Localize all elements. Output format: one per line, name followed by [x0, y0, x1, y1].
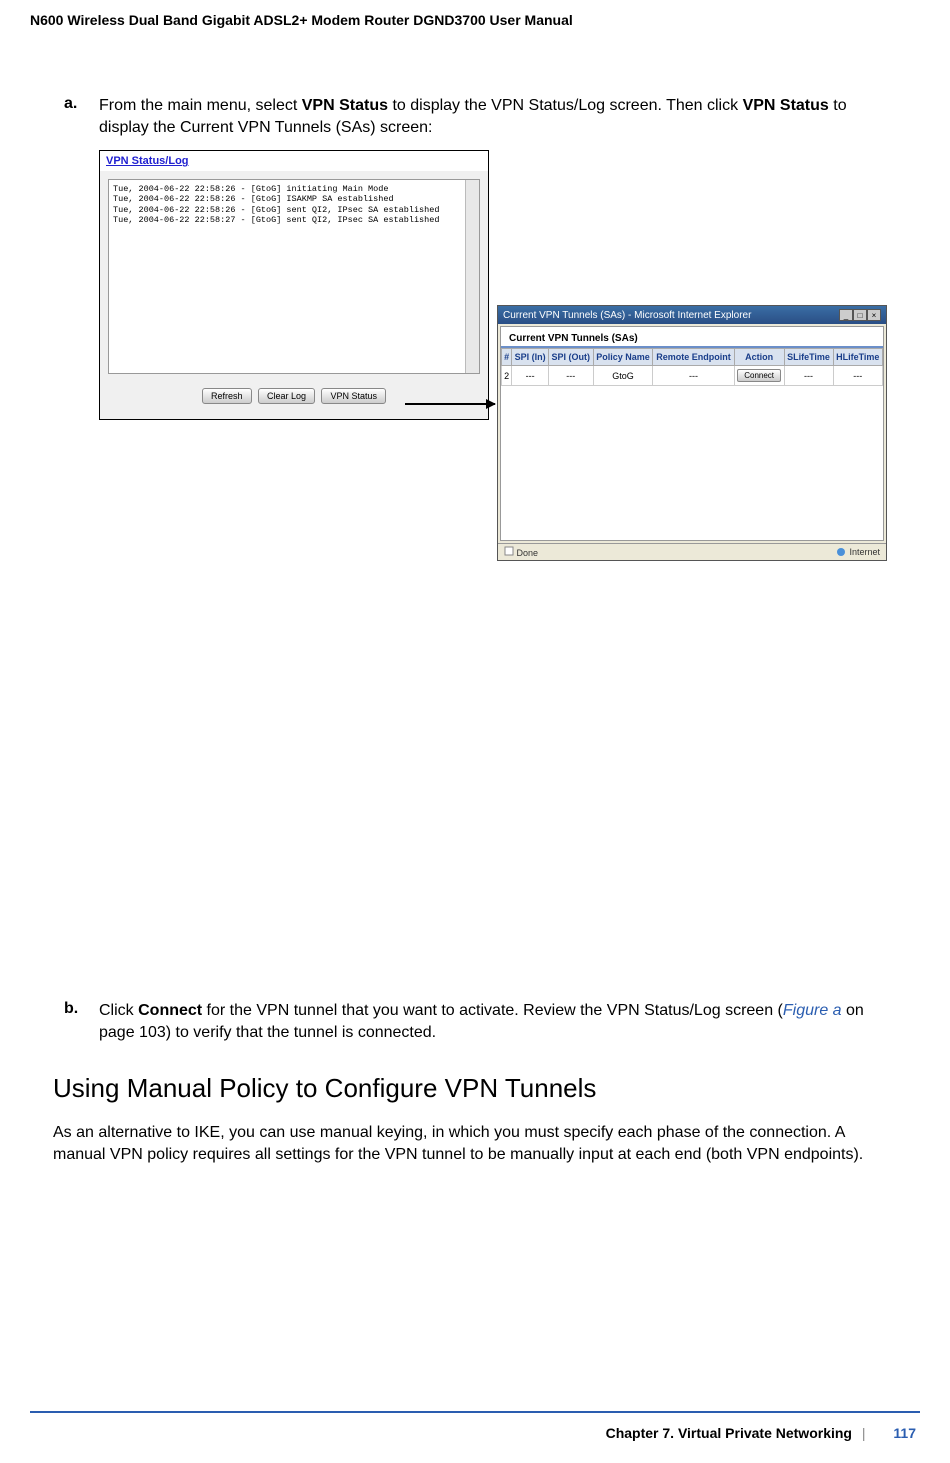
step-b-marker: b.	[64, 1000, 78, 1018]
log-line: Tue, 2004-06-22 22:58:27 - [GtoG] sent Q…	[113, 215, 475, 225]
col-num: #	[502, 349, 512, 366]
status-left: Done	[504, 546, 538, 558]
ie-titlebar: Current VPN Tunnels (SAs) - Microsoft In…	[498, 306, 886, 324]
log-line: Tue, 2004-06-22 22:58:26 - [GtoG] ISAKMP…	[113, 194, 475, 204]
ie-title-text: Current VPN Tunnels (SAs) - Microsoft In…	[503, 310, 751, 321]
table-header-row: # SPI (In) SPI (Out) Policy Name Remote …	[502, 349, 883, 366]
bold-vpn-status-1: VPN Status	[302, 97, 388, 114]
ie-status-bar: Done Internet	[498, 543, 886, 560]
log-window-title: VPN Status/Log	[100, 151, 488, 171]
cell-spi-in: ---	[512, 366, 549, 386]
step-a-text: From the main menu, select VPN Status to…	[99, 95, 894, 138]
col-remote-endpoint: Remote Endpoint	[653, 349, 734, 366]
vpn-status-button[interactable]: VPN Status	[321, 388, 386, 404]
status-right-text: Internet	[849, 547, 880, 557]
ie-body: Current VPN Tunnels (SAs) # SPI (In) SPI…	[500, 326, 884, 541]
bold-connect: Connect	[138, 1002, 202, 1019]
window-controls: _ □ ×	[839, 309, 881, 321]
page-content: a. From the main menu, select VPN Status…	[64, 95, 894, 1166]
col-hlifetime: HLifeTime	[833, 349, 883, 366]
text: to display the VPN Status/Log screen. Th…	[388, 97, 743, 114]
vpn-status-log-window: VPN Status/Log Tue, 2004-06-22 22:58:26 …	[99, 150, 489, 420]
cell-remote: ---	[653, 366, 734, 386]
status-left-text: Done	[517, 548, 539, 558]
step-b-text: Click Connect for the VPN tunnel that yo…	[99, 1000, 894, 1043]
connect-button[interactable]: Connect	[737, 369, 781, 382]
ie-body-heading: Current VPN Tunnels (SAs)	[501, 327, 883, 348]
arrow-icon	[405, 403, 495, 405]
page-footer: Chapter 7. Virtual Private Networking | …	[606, 1425, 916, 1441]
col-slifetime: SLifeTime	[784, 349, 833, 366]
log-body: Tue, 2004-06-22 22:58:26 - [GtoG] initia…	[108, 179, 480, 374]
col-spi-out: SPI (Out)	[549, 349, 593, 366]
done-icon	[504, 546, 514, 556]
ie-window: Current VPN Tunnels (SAs) - Microsoft In…	[497, 305, 887, 561]
step-a: a. From the main menu, select VPN Status…	[64, 95, 894, 570]
table-row: 2 --- --- GtoG --- Connect --- ---	[502, 366, 883, 386]
footer-separator: |	[862, 1425, 866, 1441]
cell-num: 2	[502, 366, 512, 386]
step-a-marker: a.	[64, 95, 77, 113]
close-icon[interactable]: ×	[867, 309, 881, 321]
cell-policy: GtoG	[593, 366, 653, 386]
step-b: b. Click Connect for the VPN tunnel that…	[64, 1000, 894, 1043]
maximize-icon[interactable]: □	[853, 309, 867, 321]
col-spi-in: SPI (In)	[512, 349, 549, 366]
footer-rule	[30, 1411, 920, 1413]
cell-slife: ---	[784, 366, 833, 386]
figure-link[interactable]: Figure a	[783, 1002, 842, 1019]
text: for the VPN tunnel that you want to acti…	[202, 1002, 783, 1019]
footer-chapter: Chapter 7. Virtual Private Networking	[606, 1425, 852, 1441]
page-header: N600 Wireless Dual Band Gigabit ADSL2+ M…	[30, 12, 573, 28]
minimize-icon[interactable]: _	[839, 309, 853, 321]
text: From the main menu, select	[99, 97, 302, 114]
footer-page-number: 117	[893, 1425, 916, 1441]
vpn-tunnels-table: # SPI (In) SPI (Out) Policy Name Remote …	[501, 348, 883, 386]
col-policy-name: Policy Name	[593, 349, 653, 366]
cell-action: Connect	[734, 366, 784, 386]
log-line: Tue, 2004-06-22 22:58:26 - [GtoG] sent Q…	[113, 205, 475, 215]
cell-hlife: ---	[833, 366, 883, 386]
bold-vpn-status-2: VPN Status	[743, 97, 829, 114]
clear-log-button[interactable]: Clear Log	[258, 388, 315, 404]
section-paragraph: As an alternative to IKE, you can use ma…	[53, 1122, 894, 1165]
refresh-button[interactable]: Refresh	[202, 388, 252, 404]
status-right: Internet	[836, 546, 880, 558]
section-heading: Using Manual Policy to Configure VPN Tun…	[53, 1073, 894, 1104]
internet-icon	[836, 547, 846, 557]
log-line: Tue, 2004-06-22 22:58:26 - [GtoG] initia…	[113, 184, 475, 194]
text: Click	[99, 1002, 138, 1019]
col-action: Action	[734, 349, 784, 366]
cell-spi-out: ---	[549, 366, 593, 386]
figure: VPN Status/Log Tue, 2004-06-22 22:58:26 …	[99, 150, 894, 570]
scrollbar[interactable]	[465, 180, 479, 373]
